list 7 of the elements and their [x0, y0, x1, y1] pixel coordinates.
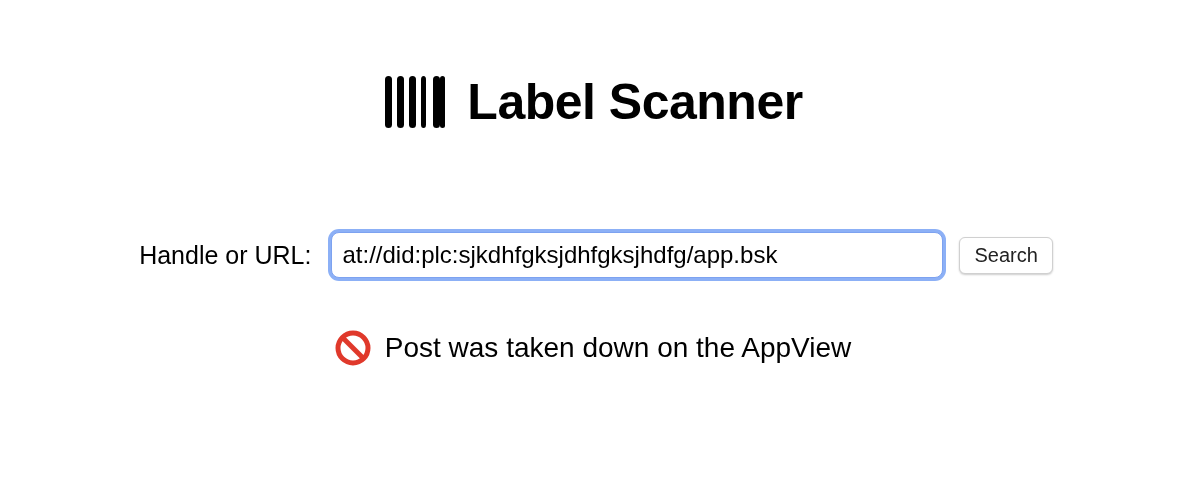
field-label: Handle or URL:	[139, 240, 312, 270]
barcode-icon	[385, 76, 446, 128]
url-input[interactable]: at://did:plc:sjkdhfgksjdhfgksjhdfg/app.bsk	[331, 232, 944, 278]
app-title: Label Scanner	[467, 73, 803, 132]
prohibited-icon	[334, 330, 371, 366]
status-message: Post was taken down on the AppView	[384, 332, 852, 364]
search-button[interactable]: Search	[959, 236, 1053, 274]
